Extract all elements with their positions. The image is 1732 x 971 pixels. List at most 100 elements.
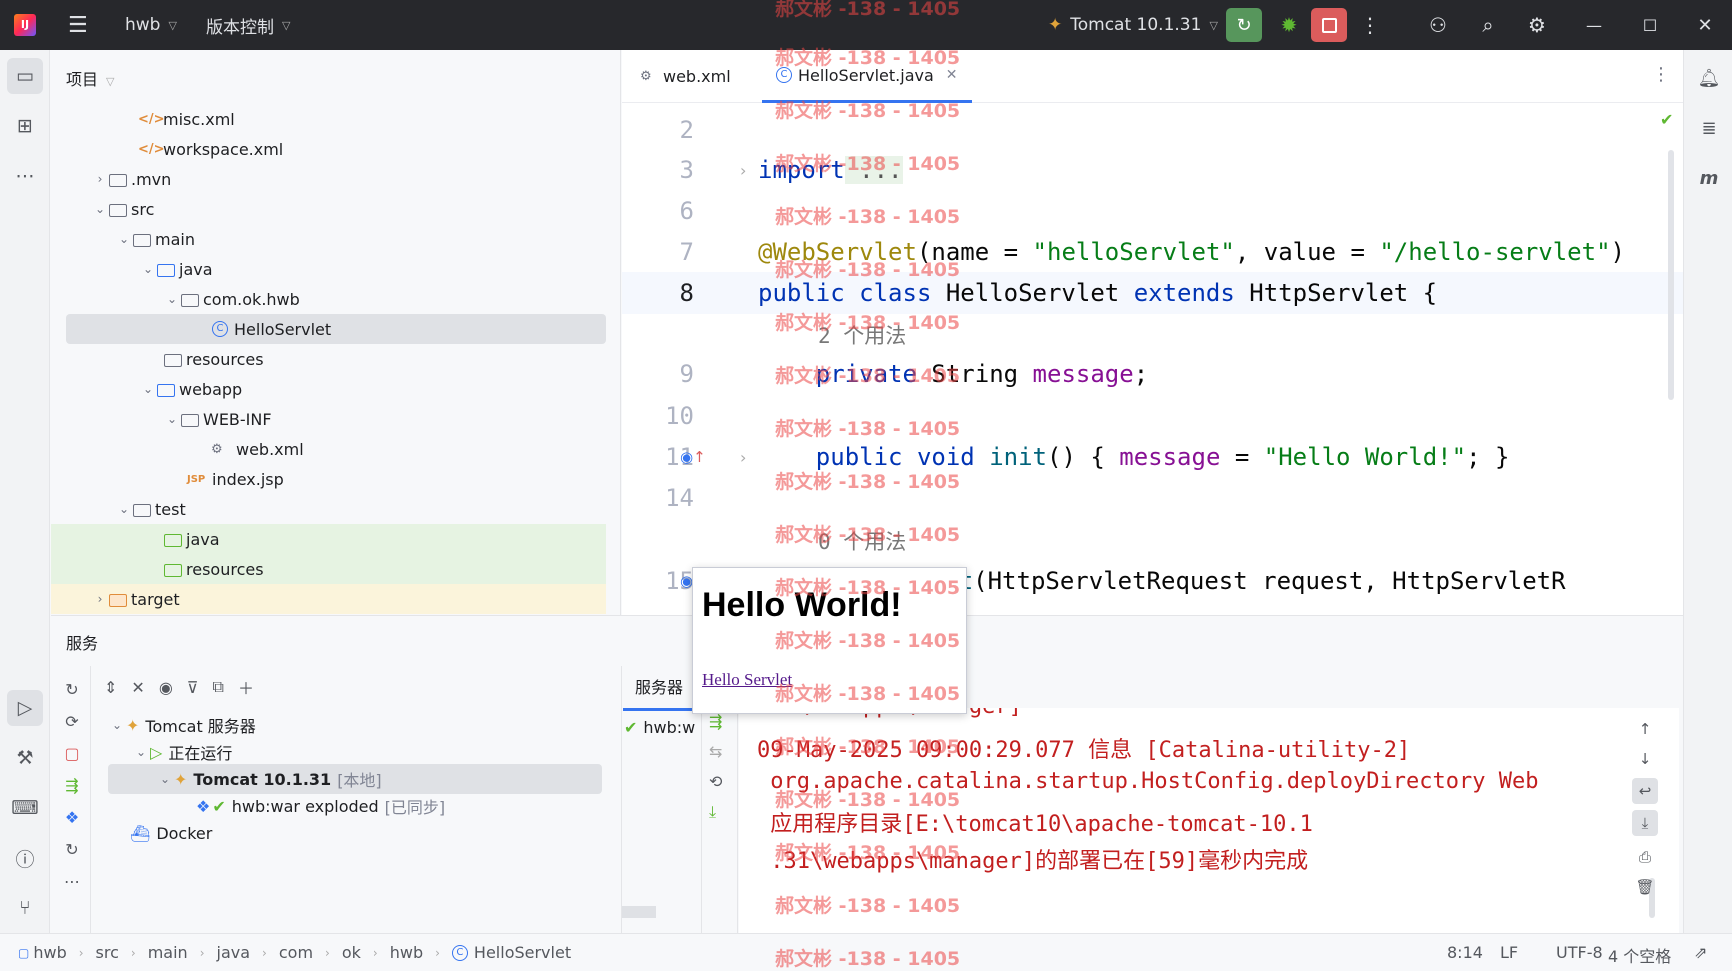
breadcrumb-item[interactable]: com <box>279 943 313 962</box>
horizontal-scrollbar[interactable] <box>622 906 656 918</box>
breadcrumb-item[interactable]: ok <box>342 943 361 962</box>
problems-icon[interactable]: ⓘ <box>7 840 43 876</box>
chevron-down-icon[interactable]: ⌄ <box>115 502 133 516</box>
console-output[interactable]: 789\webapps\manager] 09-May-2025 09:00:2… <box>739 708 1679 934</box>
refresh-icon[interactable]: ↻ <box>61 678 83 700</box>
add-icon[interactable]: ＋ <box>238 675 254 699</box>
tree-item[interactable]: ⌄ java <box>51 254 606 284</box>
scroll-up-icon[interactable]: ↑ <box>1632 716 1658 742</box>
notifications-bell-icon[interactable]: 🔔︎ <box>1693 62 1725 94</box>
project-selector[interactable]: hwb ▽ <box>125 0 177 50</box>
tree-item[interactable]: resources <box>51 344 606 374</box>
add-user-icon[interactable]: ⚇ <box>1420 0 1456 50</box>
chevron-down-icon[interactable]: ⌄ <box>139 382 157 396</box>
deploy-icon[interactable]: ⇶ <box>61 774 83 796</box>
tree-item[interactable]: ⚙ web.xml <box>51 434 606 464</box>
indent-setting[interactable]: 4 个空格 <box>1608 943 1671 967</box>
tree-item[interactable]: resources <box>51 554 606 584</box>
tree-item[interactable]: ⛴ Docker <box>92 818 602 848</box>
tab-server[interactable]: 服务器 <box>623 664 696 711</box>
code-line-init[interactable]: public void init() { message = "Hello Wo… <box>758 443 1510 471</box>
tree-item[interactable]: ⌄ ✦ Tomcat 服务器 <box>92 710 602 740</box>
chevron-down-icon[interactable]: ⌄ <box>91 202 109 216</box>
tab-web-xml[interactable]: ⚙ web.xml <box>640 50 731 103</box>
close-icon[interactable]: ✕ <box>1687 0 1723 50</box>
maximize-icon[interactable]: ☐ <box>1632 0 1668 50</box>
tree-item[interactable]: ⌄ com.ok.hwb <box>51 284 606 314</box>
more-actions-icon[interactable]: ⋮ <box>1352 0 1388 50</box>
tree-item[interactable]: </> misc.xml <box>51 104 606 134</box>
chevron-down-icon[interactable]: ⌄ <box>163 412 181 426</box>
tree-item[interactable]: › .mvn <box>51 164 606 194</box>
hello-servlet-link[interactable]: Hello Servlet <box>702 670 792 690</box>
scroll-down-icon[interactable]: ↓ <box>1632 746 1658 772</box>
override-marker-icon[interactable]: ◉↑ <box>680 448 706 466</box>
chevron-down-icon[interactable]: ⌄ <box>139 262 157 276</box>
database-icon[interactable]: ≣ <box>1693 112 1725 144</box>
breadcrumb-item[interactable]: hwb <box>390 943 423 962</box>
update-app-icon[interactable]: ⟳ <box>61 710 83 732</box>
sync-icon[interactable]: ⟲ <box>709 772 722 791</box>
tree-item[interactable]: java <box>51 524 606 554</box>
undeploy-icon[interactable]: ⇆ <box>709 742 722 761</box>
trash-icon[interactable]: 🗑︎ <box>1632 874 1658 900</box>
lock-icon[interactable]: ⇗ <box>1694 943 1707 962</box>
chevron-down-icon[interactable]: ⌄ <box>163 292 181 306</box>
code-line-annotation[interactable]: @WebServlet(name = "helloServlet", value… <box>758 238 1625 266</box>
scroll-to-end-icon[interactable]: ⤓ <box>1632 810 1658 836</box>
tree-item[interactable]: › target <box>51 584 606 614</box>
chevron-down-icon[interactable]: ⌄ <box>156 772 174 786</box>
tree-item[interactable]: ⌄ main <box>51 224 606 254</box>
download-icon[interactable]: ⤓ <box>709 802 716 822</box>
breadcrumb-item[interactable]: java <box>217 943 251 962</box>
project-folder-icon[interactable]: ▭ <box>7 58 43 94</box>
chevron-down-icon[interactable]: ⌄ <box>108 718 126 732</box>
structure-icon[interactable]: ⊞ <box>7 108 43 144</box>
stop-icon[interactable]: ▢ <box>61 742 83 764</box>
tree-item-selected[interactable]: C HelloServlet <box>66 314 606 344</box>
search-icon[interactable]: ⌕ <box>1470 0 1506 50</box>
restart-icon[interactable]: ↻ <box>61 838 83 860</box>
file-encoding[interactable]: UTF-8 <box>1556 943 1603 962</box>
vcs-menu[interactable]: 版本控制 ▽ <box>206 0 290 50</box>
git-icon[interactable]: ⑂ <box>7 890 43 926</box>
deploy-icon[interactable]: ⇶ <box>709 712 722 731</box>
chevron-down-icon[interactable]: ⌄ <box>132 745 150 759</box>
tree-item[interactable]: </> workspace.xml <box>51 134 606 164</box>
usage-hint[interactable]: 2 个用法 <box>818 320 906 350</box>
deployment-item[interactable]: ✔ hwb:w <box>624 718 695 737</box>
tree-item-selected[interactable]: ⌄ ✦ Tomcat 10.1.31 [本地] <box>108 764 602 794</box>
tree-item[interactable]: ⌄ webapp <box>51 374 606 404</box>
print-icon[interactable]: ⎙ <box>1632 844 1658 870</box>
soft-wrap-icon[interactable]: ↩ <box>1632 778 1658 804</box>
breadcrumb-item[interactable]: hwb <box>33 943 66 962</box>
filter-icon[interactable]: ⊽ <box>187 678 199 697</box>
rerun-button[interactable]: ↻ <box>1226 8 1262 42</box>
tree-item[interactable]: ❖ ✔ hwb:war exploded [已同步] <box>92 791 602 821</box>
run-config-selector[interactable]: ✦ Tomcat 10.1.31 ▽ <box>1048 0 1218 50</box>
close-icon[interactable]: ✕ <box>946 67 958 83</box>
minimize-icon[interactable]: — <box>1576 0 1612 50</box>
expand-all-icon[interactable]: ⇕ <box>104 678 117 697</box>
chevron-down-icon[interactable]: ⌄ <box>115 232 133 246</box>
more-icon[interactable]: ⋯ <box>61 870 83 892</box>
tree-item[interactable]: ⌄ WEB-INF <box>51 404 606 434</box>
tab-more-icon[interactable]: ⋮ <box>1652 64 1670 85</box>
code-fold-placeholder[interactable]: ... <box>844 156 903 184</box>
fold-arrow-icon[interactable]: › <box>740 161 746 180</box>
breadcrumb-item[interactable]: HelloServlet <box>474 943 571 962</box>
tab-helloservlet-java[interactable]: C HelloServlet.java ✕ <box>762 50 972 103</box>
tree-item[interactable]: ⌄ ▷ 正在运行 <box>92 737 602 767</box>
tree-item[interactable]: ⌄ test <box>51 494 606 524</box>
code-line-doget[interactable]: d doGet(HttpServletRequest request, Http… <box>872 567 1566 595</box>
stop-button[interactable] <box>1311 8 1347 42</box>
usage-hint[interactable]: 0 个用法 <box>818 526 906 556</box>
code-line-class[interactable]: public class HelloServlet extends HttpSe… <box>758 279 1437 307</box>
line-separator[interactable]: LF <box>1500 943 1518 962</box>
maven-icon[interactable]: m <box>1693 162 1725 194</box>
debug-button[interactable]: ✹ <box>1272 8 1306 42</box>
fold-arrow-icon[interactable]: › <box>740 448 746 467</box>
collapse-all-icon[interactable]: ✕ <box>131 678 144 697</box>
code-line-field[interactable]: private String message; <box>758 360 1148 388</box>
editor-scrollbar[interactable] <box>1668 150 1674 400</box>
